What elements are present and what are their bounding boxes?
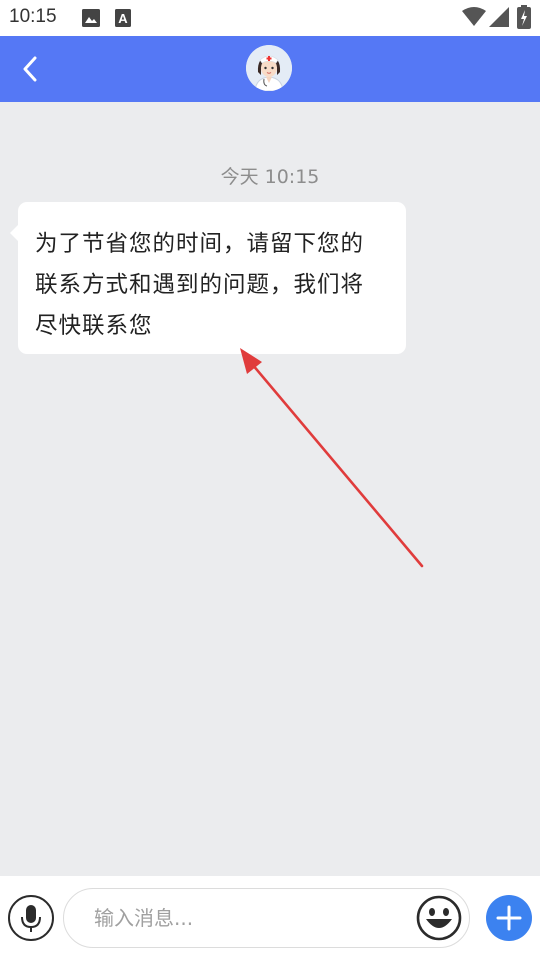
svg-text:A: A	[118, 11, 128, 26]
avatar[interactable]	[246, 45, 292, 91]
message-timestamp: 今天 10:15	[220, 166, 320, 188]
emoji-button[interactable]	[416, 895, 462, 941]
bubble-tail	[10, 224, 19, 242]
battery-icon	[517, 5, 531, 29]
message-text: 为了节省您的时间，请留下您的联系方式和遇到的问题，我们将尽快联系您	[35, 231, 365, 339]
message-bubble[interactable]: 为了节省您的时间，请留下您的联系方式和遇到的问题，我们将尽快联系您	[10, 202, 406, 354]
status-bar: 10:15 A	[0, 0, 540, 36]
message-input[interactable]	[63, 888, 470, 948]
smiley-icon	[416, 895, 462, 941]
plus-icon	[496, 905, 522, 931]
status-time: 10:15	[9, 6, 57, 27]
wifi-icon	[462, 7, 486, 26]
voice-button[interactable]	[8, 895, 54, 941]
a-badge-icon: A	[115, 9, 131, 27]
signal-icon	[489, 7, 509, 27]
microphone-icon	[21, 905, 41, 932]
chat-area[interactable]: 今天 10:15 为了节省您的时间，请留下您的联系方式和遇到的问题，我们将尽快联…	[0, 102, 540, 876]
more-button[interactable]	[486, 895, 532, 941]
back-button[interactable]	[14, 52, 46, 86]
nurse-avatar-icon	[246, 45, 292, 91]
app-bar	[0, 36, 540, 102]
image-icon	[82, 9, 100, 27]
input-bar	[0, 876, 540, 960]
chevron-left-icon	[23, 56, 37, 82]
